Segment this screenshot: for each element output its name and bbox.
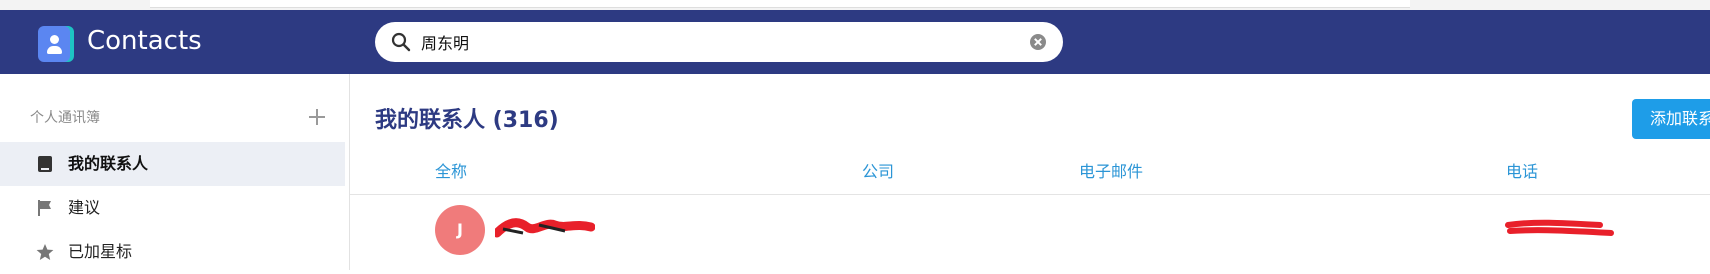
app-title: Contacts xyxy=(87,26,202,56)
sidebar-item-label: 我的联系人 xyxy=(68,154,149,173)
sidebar-item-suggestions[interactable]: 建议 xyxy=(0,186,345,230)
address-book-icon xyxy=(38,156,52,172)
browser-top-bar xyxy=(150,0,1410,8)
contacts-logo-icon[interactable] xyxy=(38,26,74,62)
column-header-name[interactable]: 全称 xyxy=(435,162,467,182)
search-icon[interactable] xyxy=(391,32,411,52)
browser-top-strip xyxy=(0,0,1710,10)
column-header-company[interactable]: 公司 xyxy=(862,162,894,182)
flag-icon xyxy=(38,200,51,216)
star-icon xyxy=(36,244,54,260)
add-contact-button[interactable]: 添加联系人 xyxy=(1632,99,1710,139)
search-bar[interactable] xyxy=(375,22,1063,62)
sidebar-item-label: 建议 xyxy=(68,198,101,217)
sidebar: 个人通讯簿 我的联系人 建议 已加星标 xyxy=(0,74,350,270)
sidebar-item-starred[interactable]: 已加星标 xyxy=(0,230,345,274)
redacted-phone-mark xyxy=(1505,219,1614,236)
redacted-name-mark xyxy=(495,218,595,238)
search-input[interactable] xyxy=(421,22,1001,62)
clear-search-icon[interactable] xyxy=(1029,33,1047,51)
sidebar-item-label: 已加星标 xyxy=(68,242,133,261)
column-header-phone[interactable]: 电话 xyxy=(1506,162,1538,182)
page-title: 我的联系人 (316) xyxy=(375,108,559,133)
avatar: J xyxy=(435,205,485,255)
sidebar-item-my-contacts[interactable]: 我的联系人 xyxy=(0,142,345,186)
table-row[interactable]: J xyxy=(350,195,1710,270)
column-header-email[interactable]: 电子邮件 xyxy=(1079,162,1143,182)
sidebar-section-label: 个人通讯簿 xyxy=(30,110,100,126)
add-address-book-icon[interactable] xyxy=(306,106,328,128)
